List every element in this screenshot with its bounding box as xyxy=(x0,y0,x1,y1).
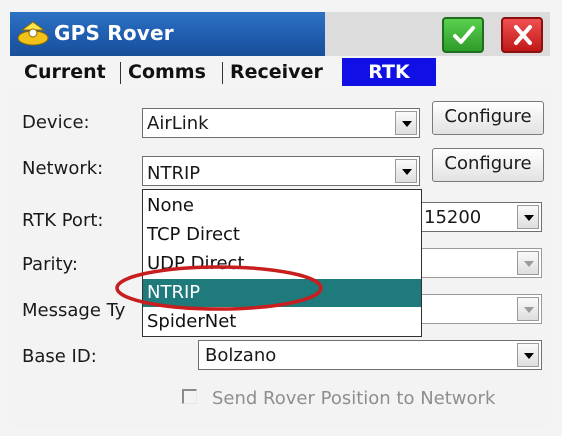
chevron-down-icon[interactable] xyxy=(517,343,539,367)
device-label: Device: xyxy=(22,112,90,133)
parity-label: Parity: xyxy=(22,254,78,275)
annotation-ellipse xyxy=(115,265,323,311)
message-type-select[interactable] xyxy=(405,294,542,324)
tab-bar: Current Comms Receiver RTK xyxy=(20,58,550,88)
tab-comms[interactable]: Comms xyxy=(128,58,206,86)
message-type-label: Message Ty xyxy=(22,300,126,321)
base-id-label: Base ID: xyxy=(22,346,97,367)
chevron-down-icon[interactable] xyxy=(517,251,539,275)
network-value: NTRIP xyxy=(147,163,201,184)
ok-button[interactable] xyxy=(442,17,484,53)
satellite-app-icon xyxy=(16,18,50,50)
chevron-down-icon[interactable] xyxy=(395,159,417,183)
dropdown-option-tcp-direct[interactable]: TCP Direct xyxy=(143,221,421,249)
send-position-label: Send Rover Position to Network xyxy=(212,388,496,409)
network-select[interactable]: NTRIP xyxy=(142,156,420,186)
device-select[interactable]: AirLink xyxy=(142,108,420,138)
configure-device-button[interactable]: Configure xyxy=(432,101,544,135)
parity-select[interactable] xyxy=(405,248,542,278)
tab-receiver[interactable]: Receiver xyxy=(230,58,323,86)
base-id-select[interactable]: Bolzano xyxy=(198,340,542,370)
device-value: AirLink xyxy=(147,113,209,134)
dropdown-option-none[interactable]: None xyxy=(143,192,421,220)
close-button[interactable] xyxy=(501,17,543,53)
configure-network-button[interactable]: Configure xyxy=(432,148,544,182)
checkmark-icon xyxy=(453,26,475,44)
chevron-down-icon[interactable] xyxy=(517,205,539,229)
rtk-port-label: RTK Port: xyxy=(22,210,104,231)
tab-divider xyxy=(222,62,223,84)
chevron-down-icon[interactable] xyxy=(395,111,417,135)
network-label: Network: xyxy=(22,158,104,179)
rtk-port-select[interactable]: 15200 xyxy=(405,202,542,232)
tab-divider xyxy=(120,62,121,84)
base-id-value: Bolzano xyxy=(205,345,277,366)
close-icon xyxy=(514,25,532,45)
rtk-port-value: 15200 xyxy=(424,207,482,228)
tab-rtk[interactable]: RTK xyxy=(342,58,436,86)
chevron-down-icon[interactable] xyxy=(517,297,539,321)
send-position-checkbox[interactable] xyxy=(182,389,197,404)
window-title: GPS Rover xyxy=(54,21,174,45)
app-window: GPS Rover Current Comms Receiver RTK Dev… xyxy=(0,0,562,436)
title-bar: GPS Rover xyxy=(10,12,550,56)
tab-current[interactable]: Current xyxy=(24,58,106,86)
